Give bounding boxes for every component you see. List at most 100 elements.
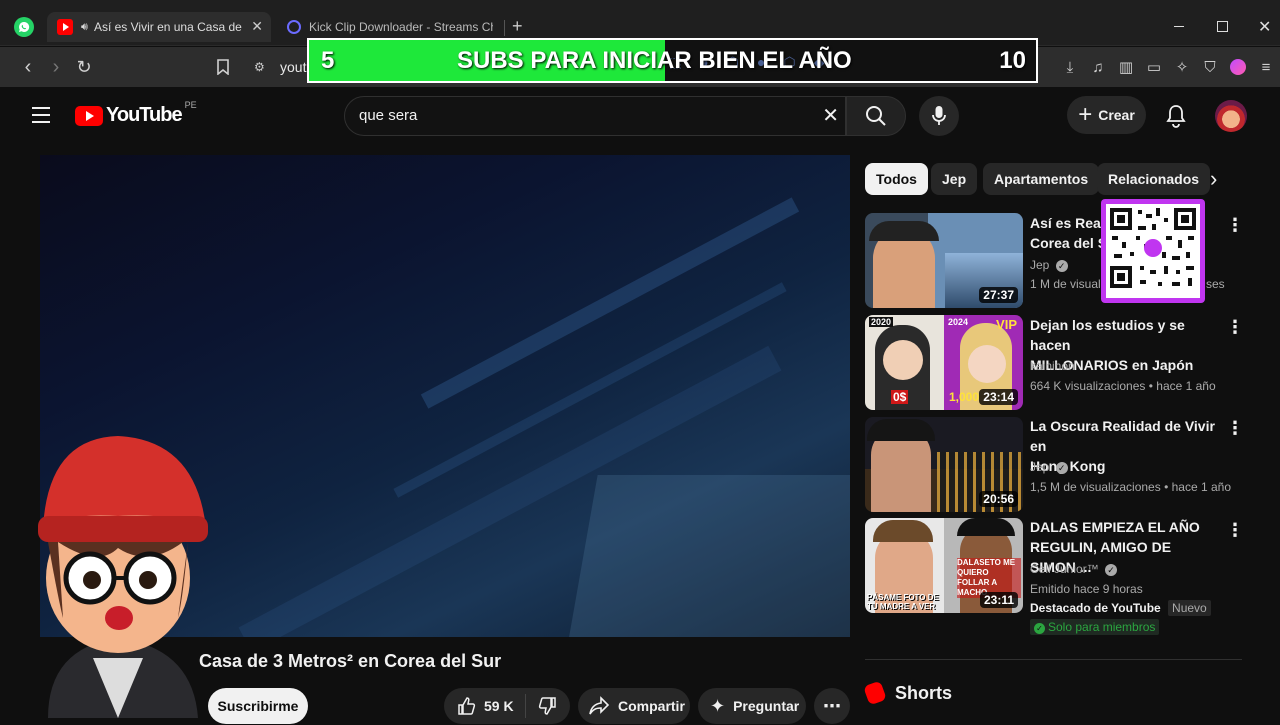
rec-duration: 23:14: [979, 389, 1018, 405]
thumbs-up-icon: [458, 697, 476, 715]
avatar[interactable]: [1215, 100, 1247, 132]
country-code: PE: [184, 100, 197, 110]
rec-channel-name: Jep: [1030, 258, 1050, 272]
rec-thumbnail[interactable]: 2020 2024 VIP 0$ 1,000 23:14: [865, 315, 1023, 410]
ask-button[interactable]: ✦ Preguntar: [698, 688, 806, 724]
youtube-logo[interactable]: YouTube PE: [75, 100, 197, 127]
shield-icon[interactable]: ⛉: [1198, 55, 1222, 79]
chip-jep[interactable]: Jep: [931, 163, 978, 195]
chip-apartamentos[interactable]: Apartamentos: [983, 163, 1100, 195]
video-title: Casa de 3 Metros² en Corea del Sur: [199, 651, 502, 671]
dislike-button[interactable]: [526, 696, 570, 716]
rec-title[interactable]: Así es Realm Corea del Su: [1030, 213, 1102, 253]
search-input[interactable]: que sera ✕: [344, 96, 846, 136]
rec-more-icon[interactable]: ⋮: [1226, 520, 1244, 540]
rec-stats: 664 K visualizaciones • hace 1 año: [1030, 379, 1216, 393]
rec-stats-tail: ses: [1206, 277, 1225, 291]
sparkle-icon: ✦: [710, 695, 726, 716]
rec-title-line: Corea del Su: [1030, 235, 1102, 251]
ask-label: Preguntar: [733, 698, 800, 714]
speaker-icon[interactable]: 🔊︎: [81, 21, 88, 34]
rec-thumbnail[interactable]: PÁSAME FOTO DE TU MADRE A VER DALASETO M…: [865, 518, 1023, 613]
rec-more-icon[interactable]: ⋮: [1226, 317, 1244, 337]
like-count: 59 K: [484, 698, 514, 714]
thumb-label: 0$: [891, 390, 909, 404]
wallet-icon[interactable]: ▭: [1142, 55, 1166, 79]
subscriber-goal-banner: ⬚●⬡●⬡◆ 5 SUBS PARA INICIAR BIEN EL AÑO 1…: [307, 38, 1038, 83]
rec-channel-name: Cell Junior™: [1030, 562, 1099, 576]
chip-todos[interactable]: Todos: [865, 163, 928, 195]
thumb-label: 1,000: [949, 390, 980, 404]
verified-icon: ✓: [1055, 260, 1068, 272]
maximize-button[interactable]: [1217, 21, 1228, 32]
rec-channel[interactable]: kainihon: [1030, 359, 1075, 373]
wall-panel: [562, 475, 850, 637]
download-icon[interactable]: ⤓: [1058, 55, 1082, 79]
thumb-label: PÁSAME FOTO DE TU MADRE A VER: [867, 593, 939, 611]
shorts-logo-icon: [863, 680, 887, 706]
forward-icon[interactable]: ›: [44, 55, 68, 79]
ai-sparkle-icon[interactable]: ✧: [1170, 55, 1194, 79]
rec-stats: 1,5 M de visualizaciones • hace 1 año: [1030, 480, 1231, 494]
chip-relacionados[interactable]: Relacionados: [1097, 163, 1211, 195]
url-text: yout: [280, 59, 307, 75]
more-horizontal-icon: ⋯: [823, 695, 841, 716]
sidebar-icon[interactable]: ▥: [1114, 55, 1138, 79]
like-button[interactable]: 59 K: [444, 694, 526, 718]
profile-extension-icon[interactable]: [1226, 55, 1250, 79]
back-icon[interactable]: ‹: [16, 55, 40, 79]
create-button[interactable]: + Crear: [1067, 96, 1146, 134]
goal-target-count: 10: [999, 47, 1026, 74]
share-button[interactable]: Compartir: [578, 688, 690, 724]
rec-stats: Emitido hace 9 horas: [1030, 582, 1143, 596]
youtube-wordmark: YouTube: [106, 104, 183, 126]
clear-search-icon[interactable]: ✕: [822, 97, 839, 135]
notifications-bell-icon[interactable]: [1165, 104, 1187, 133]
minimize-button[interactable]: [1174, 26, 1184, 27]
rec-more-icon[interactable]: ⋮: [1226, 215, 1244, 235]
goal-text: SUBS PARA INICIAR BIEN EL AÑO: [457, 47, 852, 74]
subscribe-button[interactable]: Suscribirme: [208, 688, 308, 724]
rec-thumbnail[interactable]: 20:56: [865, 417, 1023, 512]
featured-label: Destacado de YouTube: [1030, 601, 1161, 615]
rec-title-line: Dejan los estudios y se hacen: [1030, 317, 1185, 353]
microphone-icon: [932, 106, 946, 125]
close-window-button[interactable]: ✕: [1258, 17, 1271, 37]
kick-clip-favicon-icon: [287, 20, 301, 34]
share-label: Compartir: [618, 698, 685, 714]
whatsapp-icon[interactable]: [14, 17, 34, 37]
rec-channel[interactable]: Cell Junior™ ✓: [1030, 562, 1118, 576]
new-tab-button[interactable]: +: [512, 16, 523, 37]
rec-channel[interactable]: Jep ✓: [1030, 258, 1068, 272]
divider: [865, 659, 1242, 660]
thumb-label: 2024: [948, 317, 969, 327]
rec-duration: 20:56: [979, 491, 1018, 507]
members-icon: ✓: [1034, 623, 1045, 634]
chips-next-chevron-icon[interactable]: ›: [1210, 166, 1217, 192]
rec-featured: Destacado de YouTube Nuevo: [1030, 600, 1211, 616]
reload-icon[interactable]: ↻: [72, 55, 96, 79]
site-info-icon[interactable]: ⚙︎: [254, 53, 265, 81]
music-icon[interactable]: ♫: [1086, 55, 1110, 79]
rec-channel[interactable]: Jep ✓: [1030, 460, 1068, 474]
tab-youtube[interactable]: 🔊︎ Así es Vivir en una Casa de 3 ✕: [47, 12, 271, 42]
verified-icon: ✓: [1105, 564, 1118, 576]
menu-icon[interactable]: ≡: [1254, 55, 1278, 79]
tab-title: Kick Clip Downloader - Streams Char: [309, 20, 493, 34]
rec-thumbnail[interactable]: 27:37: [865, 213, 1023, 308]
search-icon: [866, 106, 886, 126]
rec-duration: 23:11: [979, 592, 1018, 608]
rec-title-line: Así es Realm: [1030, 215, 1102, 231]
voice-search-button[interactable]: [919, 96, 959, 136]
shorts-heading: Shorts: [895, 683, 953, 703]
address-bar[interactable]: ⚙︎ yout: [246, 53, 316, 81]
streamer-avatar-overlay: [18, 418, 223, 720]
guide-menu-icon[interactable]: [32, 107, 50, 123]
more-actions-button[interactable]: ⋯: [814, 688, 850, 724]
bookmark-icon[interactable]: [211, 55, 235, 79]
search-button[interactable]: [846, 96, 906, 136]
rec-title-line: La Oscura Realidad de Vivir en: [1030, 418, 1215, 454]
close-tab-icon[interactable]: ✕: [251, 18, 263, 35]
members-only-badge: ✓ Solo para miembros: [1030, 619, 1160, 635]
rec-more-icon[interactable]: ⋮: [1226, 418, 1244, 438]
